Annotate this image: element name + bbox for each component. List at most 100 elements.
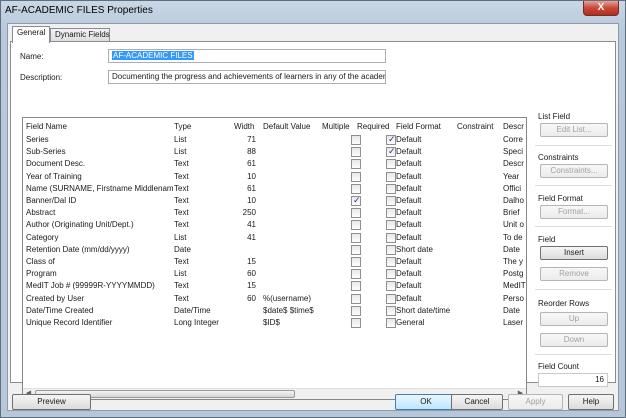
multiple-checkbox[interactable]	[351, 195, 361, 206]
cell-width[interactable]	[234, 317, 256, 329]
cell-description[interactable]: Brief	[503, 207, 526, 219]
table-row[interactable]: Series List 71 Default Corre	[23, 134, 526, 146]
cell-constraint[interactable]	[457, 293, 501, 305]
close-button[interactable]: X	[583, 1, 619, 16]
description-input[interactable]: Documenting the progress and achievement…	[108, 70, 386, 84]
table-row[interactable]: MedIT Job # (99999R-YYYYMMDD) Text 15 Defau…	[23, 280, 526, 292]
table-row[interactable]: Date/Time Created Date/Time $date$ $time$ S…	[23, 305, 526, 317]
cell-description[interactable]: Perso	[503, 293, 526, 305]
down-button[interactable]: Down	[540, 333, 608, 347]
required-checkbox[interactable]	[386, 293, 396, 304]
cell-description[interactable]: Date	[503, 305, 526, 317]
multiple-checkbox[interactable]	[351, 135, 361, 145]
cell-constraint[interactable]	[457, 317, 501, 329]
cell-field-name[interactable]: Sub-Series	[26, 146, 174, 158]
cell-field-format[interactable]: Default	[396, 158, 456, 170]
cell-field-format[interactable]: Default	[396, 146, 456, 158]
name-input[interactable]: AF-ACADEMIC FILES	[108, 49, 386, 63]
cell-field-format[interactable]: Default	[396, 134, 456, 146]
cell-field-format[interactable]: Default	[396, 207, 456, 219]
col-type[interactable]: Type	[174, 121, 234, 133]
cell-description[interactable]: Speci	[503, 146, 526, 158]
cell-constraint[interactable]	[457, 195, 501, 207]
format-button[interactable]: Format...	[540, 205, 608, 219]
cell-constraint[interactable]	[457, 219, 501, 231]
cell-description[interactable]: Dalho	[503, 195, 526, 207]
cell-field-name[interactable]: Category	[26, 232, 174, 244]
constraints-button[interactable]: Constraints...	[540, 164, 608, 178]
cell-type[interactable]: Date	[174, 244, 234, 256]
cell-field-name[interactable]: Date/Time Created	[26, 305, 174, 317]
multiple-checkbox[interactable]	[351, 159, 361, 170]
cell-type[interactable]: Text	[174, 207, 234, 219]
multiple-checkbox[interactable]	[351, 232, 361, 243]
multiple-checkbox[interactable]	[351, 318, 361, 328]
cell-type[interactable]: Date/Time	[174, 305, 234, 317]
cell-width[interactable]: 15	[234, 256, 256, 268]
cell-field-format[interactable]: Default	[396, 280, 456, 292]
cell-constraint[interactable]	[457, 171, 501, 183]
table-row[interactable]: Year of Training Text 10 Default Year	[23, 171, 526, 183]
cell-field-name[interactable]: Created by User	[26, 293, 174, 305]
required-checkbox[interactable]	[386, 305, 396, 316]
col-constraint[interactable]: Constraint	[457, 121, 501, 133]
cell-type[interactable]: List	[174, 232, 234, 244]
col-width[interactable]: Width	[234, 121, 258, 133]
cell-description[interactable]: Unit o	[503, 219, 526, 231]
required-checkbox[interactable]	[386, 244, 396, 255]
insert-button[interactable]: Insert	[540, 246, 608, 260]
required-checkbox[interactable]	[386, 196, 396, 206]
table-row[interactable]: Unique Record Identifier Long Integer $ID$…	[23, 317, 526, 329]
cell-description[interactable]: The y	[503, 256, 526, 268]
cell-default-value[interactable]	[263, 171, 321, 183]
multiple-checkbox[interactable]	[351, 257, 361, 267]
cell-width[interactable]: 60	[234, 268, 256, 280]
cell-type[interactable]: List	[174, 134, 234, 146]
cell-description[interactable]: Postg	[503, 268, 526, 280]
cell-type[interactable]: Text	[174, 293, 234, 305]
cell-constraint[interactable]	[457, 280, 501, 292]
cell-default-value[interactable]	[263, 146, 321, 158]
cell-constraint[interactable]	[457, 305, 501, 317]
required-checkbox[interactable]	[386, 318, 396, 328]
cell-description[interactable]: Corre	[503, 134, 526, 146]
cell-constraint[interactable]	[457, 158, 501, 170]
required-checkbox[interactable]	[386, 269, 396, 280]
cell-width[interactable]	[234, 244, 256, 256]
table-row[interactable]: Category List 41 Default To de	[23, 232, 526, 244]
cell-constraint[interactable]	[457, 256, 501, 268]
cell-constraint[interactable]	[457, 183, 501, 195]
cell-field-format[interactable]: Short date	[396, 244, 456, 256]
cell-type[interactable]: Text	[174, 158, 234, 170]
cell-width[interactable]: 60	[234, 293, 256, 305]
cell-field-format[interactable]: Default	[396, 256, 456, 268]
apply-button[interactable]: Apply	[508, 394, 563, 410]
cell-field-format[interactable]: General	[396, 317, 456, 329]
cell-default-value[interactable]	[263, 134, 321, 146]
cell-default-value[interactable]	[263, 232, 321, 244]
cell-constraint[interactable]	[457, 207, 501, 219]
required-checkbox[interactable]	[386, 183, 396, 194]
table-row[interactable]: Retention Date (mm/dd/yyyy) Date Short dat…	[23, 244, 526, 256]
cell-width[interactable]: 15	[234, 280, 256, 292]
col-required[interactable]: Required	[357, 121, 393, 133]
cell-width[interactable]: 10	[234, 195, 256, 207]
remove-button[interactable]: Remove	[540, 267, 608, 281]
cell-type[interactable]: Text	[174, 171, 234, 183]
cell-description[interactable]: Laser	[503, 317, 526, 329]
fields-grid[interactable]: Field Name Type Width Default Value Mult…	[22, 117, 527, 400]
cell-type[interactable]: List	[174, 268, 234, 280]
col-default-value[interactable]: Default Value	[263, 121, 321, 133]
cell-width[interactable]: 61	[234, 183, 256, 195]
cell-constraint[interactable]	[457, 244, 501, 256]
cell-default-value[interactable]: $date$ $time$	[263, 305, 321, 317]
tab-general[interactable]: General	[12, 26, 50, 43]
cell-type[interactable]: Text	[174, 280, 234, 292]
cell-field-format[interactable]: Default	[396, 232, 456, 244]
multiple-checkbox[interactable]	[351, 220, 361, 231]
col-field-name[interactable]: Field Name	[26, 121, 174, 133]
required-checkbox[interactable]	[386, 220, 396, 231]
cell-field-format[interactable]: Default	[396, 183, 456, 195]
cell-default-value[interactable]	[263, 280, 321, 292]
cell-default-value[interactable]	[263, 207, 321, 219]
